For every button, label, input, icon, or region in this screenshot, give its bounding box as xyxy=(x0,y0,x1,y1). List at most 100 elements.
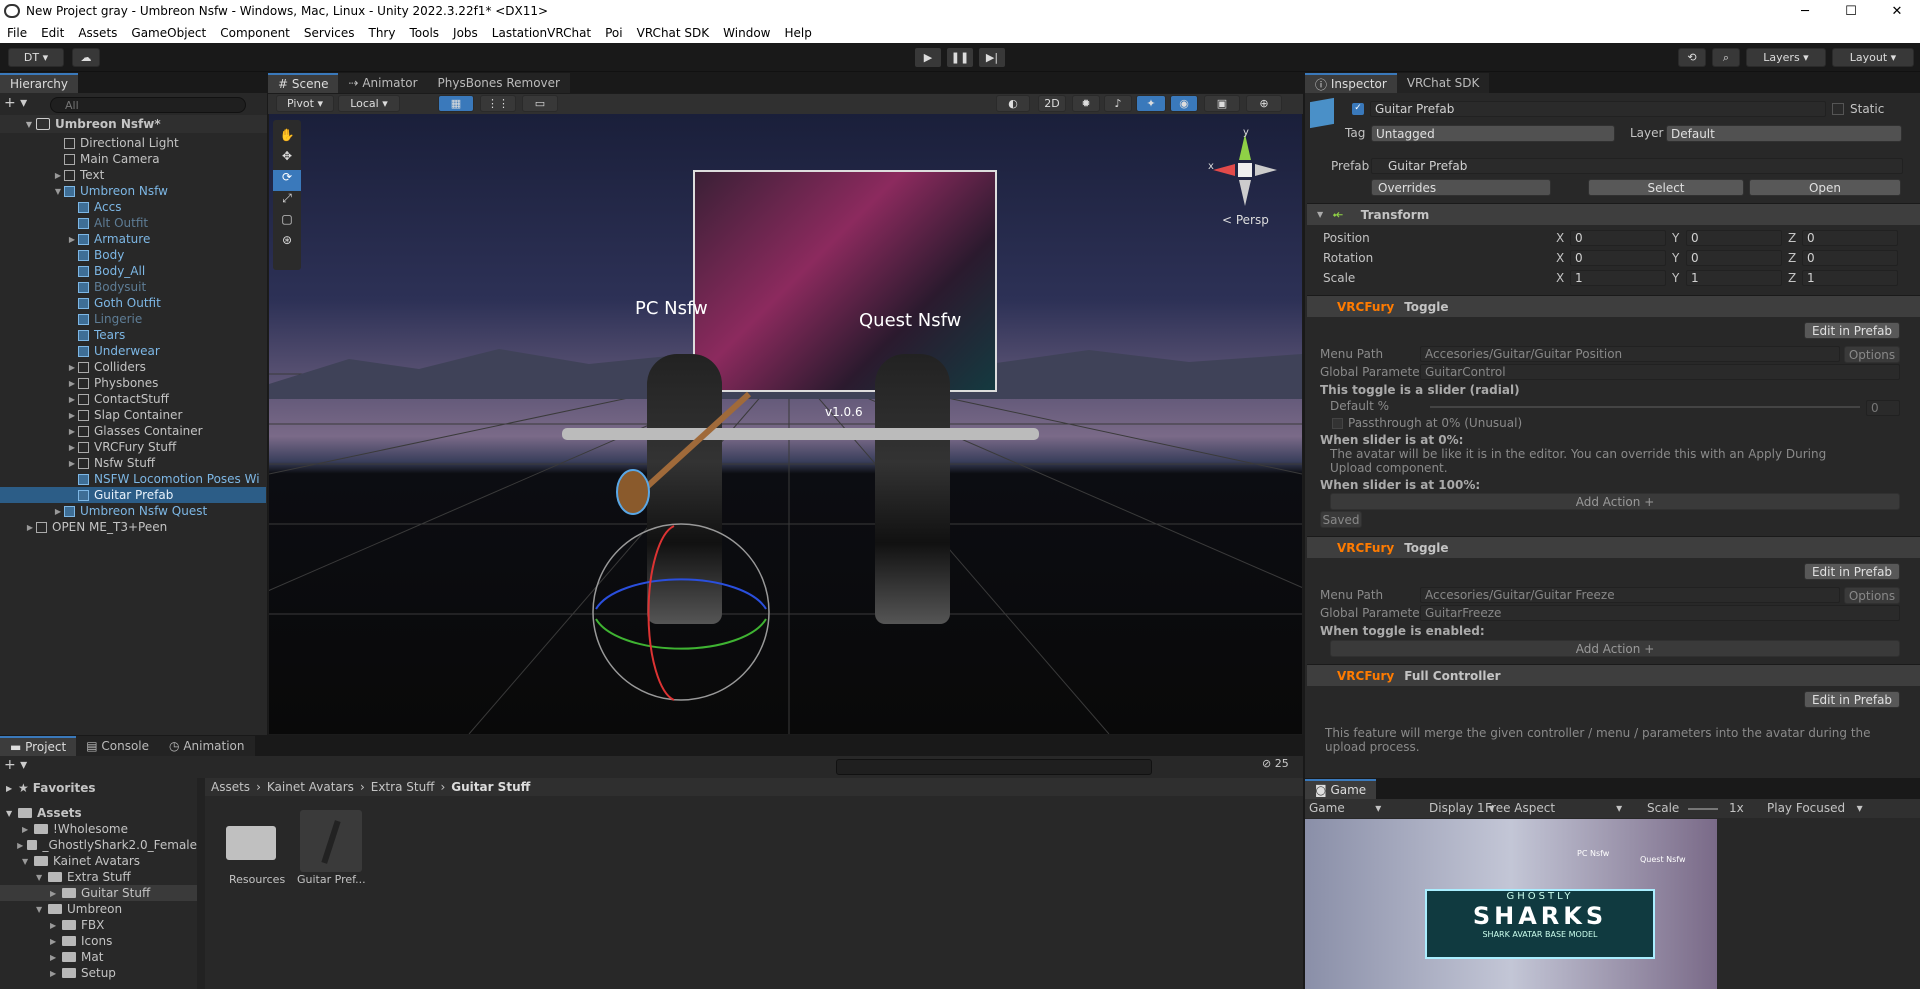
assets-header[interactable]: ▼ Assets xyxy=(6,805,82,821)
open-button[interactable]: Open xyxy=(1749,179,1901,196)
overrides-dropdown[interactable]: Overrides xyxy=(1371,179,1551,196)
expand-arrow-icon[interactable]: ▶ xyxy=(66,411,78,420)
hierarchy-item[interactable]: ▶ Armature xyxy=(0,231,266,247)
transform-header[interactable]: ▼ ⤝ Transform xyxy=(1307,203,1920,225)
transform-position-z-field[interactable]: 0 xyxy=(1802,230,1898,246)
lighting-button[interactable]: ✹ xyxy=(1072,95,1100,112)
object-name-field[interactable]: Guitar Prefab xyxy=(1370,101,1826,117)
expand-arrow-icon[interactable]: ▶ xyxy=(66,379,78,388)
play-focused-dropdown[interactable]: Play Focused ▾ xyxy=(1767,801,1863,815)
edit-in-prefab-button-3[interactable]: Edit in Prefab xyxy=(1804,691,1900,708)
hierarchy-item[interactable]: ▶ Umbreon Nsfw Quest xyxy=(0,503,266,519)
favorites-header[interactable]: ▶ ★ Favorites xyxy=(6,780,95,796)
hierarchy-item[interactable]: ▶ OPEN ME_T3+Peen xyxy=(0,519,266,535)
menu-file[interactable]: File xyxy=(0,26,34,40)
breadcrumb-assets[interactable]: Assets xyxy=(211,780,250,794)
expand-arrow-icon[interactable]: ▶ xyxy=(66,427,78,436)
expand-arrow-icon[interactable]: ▶ xyxy=(50,937,62,946)
hierarchy-item[interactable]: ▶ Glasses Container xyxy=(0,423,266,439)
tab-vrchat-sdk[interactable]: VRChat SDK xyxy=(1396,73,1490,93)
step-button[interactable]: ▶| xyxy=(979,48,1005,67)
2d-button[interactable]: 2D xyxy=(1038,95,1066,112)
project-search-input[interactable] xyxy=(836,759,1152,775)
edit-in-prefab-button-1[interactable]: Edit in Prefab xyxy=(1804,322,1900,339)
expand-arrow-icon[interactable]: ▶ xyxy=(50,969,62,978)
hierarchy-item[interactable]: Guitar Prefab xyxy=(0,487,266,503)
maximize-button[interactable]: ☐ xyxy=(1828,4,1874,19)
project-folder-item[interactable]: ▶ Icons xyxy=(0,933,197,949)
vrcfury-toggle-2-header[interactable]: VRCFury Toggle xyxy=(1307,536,1920,558)
tab-console[interactable]: ▤ Console xyxy=(76,736,160,756)
play-button[interactable]: ▶ xyxy=(915,48,941,67)
transform-tool-icon[interactable]: ⊛ xyxy=(273,233,301,254)
project-folder-item[interactable]: ▼ Umbreon xyxy=(0,901,197,917)
expand-arrow-icon[interactable]: ▶ xyxy=(66,443,78,452)
hierarchy-item[interactable]: Body_All xyxy=(0,263,266,279)
shading-button[interactable]: ◐ xyxy=(996,95,1030,112)
default-percent-slider[interactable] xyxy=(1430,406,1860,408)
scale-tool-icon[interactable]: ⤢ xyxy=(273,191,301,212)
project-folder-item[interactable]: ▶ _GhostlyShark2.0_Female xyxy=(0,837,197,853)
vrcfury-full-controller-header[interactable]: VRCFury Full Controller xyxy=(1307,664,1920,686)
transform-scale-x-field[interactable]: 1 xyxy=(1570,270,1666,286)
transform-position-x-field[interactable]: 0 xyxy=(1570,230,1666,246)
hierarchy-item[interactable]: ▶ VRCFury Stuff xyxy=(0,439,266,455)
project-folder-item[interactable]: ▶ Guitar Stuff xyxy=(0,885,197,901)
add-object-button[interactable]: + ▾ xyxy=(4,95,27,111)
visibility-button[interactable]: ◉ xyxy=(1170,95,1198,112)
transform-scale-z-field[interactable]: 1 xyxy=(1802,270,1898,286)
camera-button[interactable]: ▣ xyxy=(1204,95,1240,112)
hierarchy-item[interactable]: Body xyxy=(0,247,266,263)
guitar-prefab-item[interactable] xyxy=(300,810,362,872)
menu-tools[interactable]: Tools xyxy=(402,26,446,40)
vrcfury-toggle-1-header[interactable]: VRCFury Toggle xyxy=(1307,295,1920,317)
create-asset-button[interactable]: + ▾ xyxy=(4,757,27,773)
menu-path-field-2[interactable]: Accesories/Guitar/Guitar Freeze xyxy=(1420,587,1840,603)
hierarchy-item[interactable]: NSFW Locomotion Poses Wi xyxy=(0,471,266,487)
expand-arrow-icon[interactable]: ▼ xyxy=(36,905,48,914)
menu-help[interactable]: Help xyxy=(777,26,818,40)
scene-expand-icon[interactable]: ▼ xyxy=(0,120,36,129)
edit-in-prefab-button-2[interactable]: Edit in Prefab xyxy=(1804,563,1900,580)
breadcrumb-guitar-stuff[interactable]: Guitar Stuff xyxy=(451,780,530,794)
hierarchy-search-input[interactable] xyxy=(50,97,246,113)
project-folder-item[interactable]: ▶ Setup xyxy=(0,965,197,981)
tab-animation[interactable]: ◷ Animation xyxy=(159,736,255,756)
layout-dropdown[interactable]: Layout ▾ xyxy=(1832,48,1914,67)
layer-dropdown[interactable]: Default xyxy=(1666,125,1902,142)
expand-arrow-icon[interactable]: ▼ xyxy=(52,187,64,196)
aspect-dropdown[interactable]: Free Aspect ▾ xyxy=(1485,801,1622,815)
expand-arrow-icon[interactable]: ▶ xyxy=(66,395,78,404)
tab-game[interactable]: ◙ Game xyxy=(1305,779,1377,799)
pause-button[interactable]: ❚❚ xyxy=(947,48,973,67)
hierarchy-item[interactable]: ▶ Text xyxy=(0,167,266,183)
hand-tool-icon[interactable]: ✋ xyxy=(273,128,301,149)
expand-arrow-icon[interactable]: ▶ xyxy=(66,459,78,468)
menu-component[interactable]: Component xyxy=(213,26,297,40)
resources-folder-item[interactable] xyxy=(226,816,282,866)
hierarchy-item[interactable]: ▶ Physbones xyxy=(0,375,266,391)
add-action-button-1[interactable]: Add Action + xyxy=(1330,493,1900,510)
tab-inspector[interactable]: ⓘ Inspector xyxy=(1305,73,1397,93)
breadcrumb-extra-stuff[interactable]: Extra Stuff xyxy=(371,780,435,794)
pivot-dropdown[interactable]: Pivot ▾ xyxy=(276,95,334,112)
close-button[interactable]: ✕ xyxy=(1874,4,1920,19)
transform-position-y-field[interactable]: 0 xyxy=(1686,230,1782,246)
menu-vrchat-sdk[interactable]: VRChat SDK xyxy=(630,26,717,40)
hierarchy-item[interactable]: Accs xyxy=(0,199,266,215)
project-folder-item[interactable]: ▶ FBX xyxy=(0,917,197,933)
history-button[interactable]: ⟲ xyxy=(1678,48,1706,67)
project-folder-item[interactable]: ▼ Extra Stuff xyxy=(0,869,197,885)
scene-viewport[interactable]: PC Nsfw Quest Nsfw v1.0.6 y x < Persp ✋ … xyxy=(269,114,1302,734)
hierarchy-item[interactable]: Bodysuit xyxy=(0,279,266,295)
project-folder-item[interactable]: ▶ Mat xyxy=(0,949,197,965)
move-tool-icon[interactable]: ✥ xyxy=(273,149,301,170)
transform-rotation-x-field[interactable]: 0 xyxy=(1570,250,1666,266)
hierarchy-item[interactable]: ▼ Umbreon Nsfw xyxy=(0,183,266,199)
menu-edit[interactable]: Edit xyxy=(34,26,71,40)
rotation-gizmo[interactable] xyxy=(269,114,1302,734)
menu-jobs[interactable]: Jobs xyxy=(446,26,485,40)
static-checkbox[interactable] xyxy=(1832,103,1844,115)
hierarchy-item[interactable]: ▶ Slap Container xyxy=(0,407,266,423)
game-view[interactable]: GHOSTLY SHARKS SHARK AVATAR BASE MODEL P… xyxy=(1305,819,1717,989)
